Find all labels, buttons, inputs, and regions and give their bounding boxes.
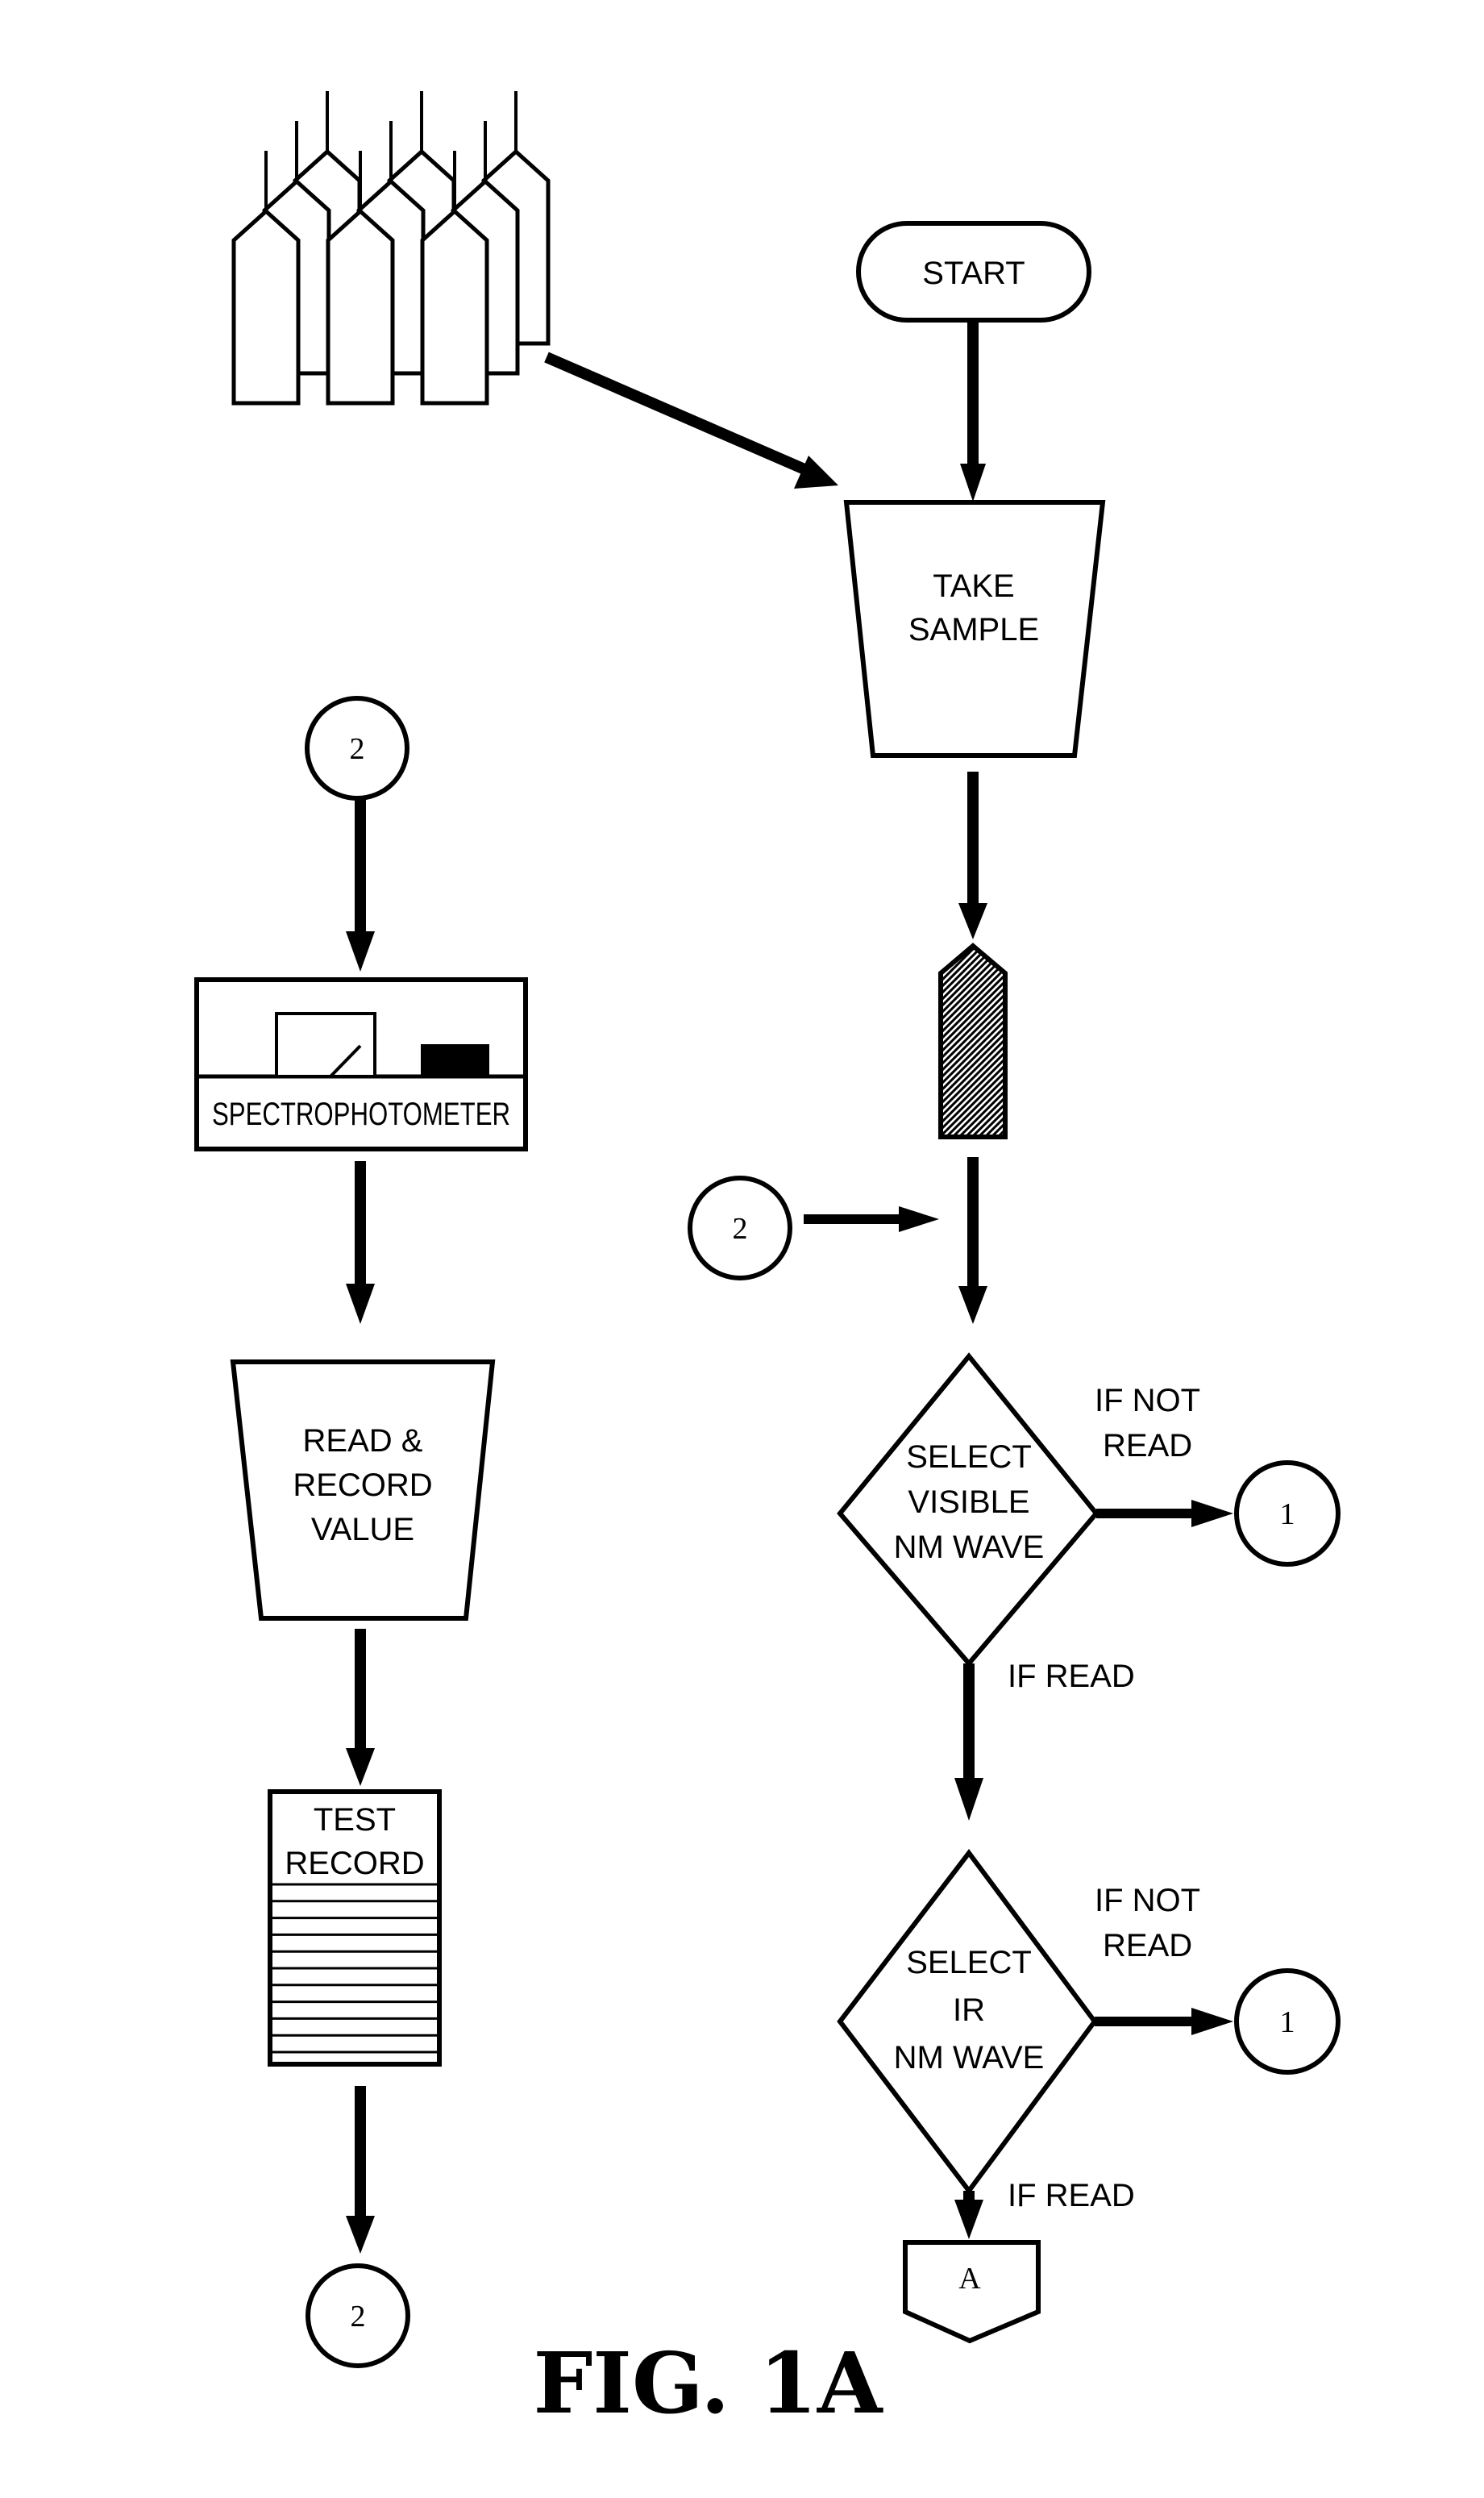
arrow-visible-to-ir-decision [954, 1663, 983, 1821]
arrow-vial-to-visible-decision [958, 1157, 987, 1324]
arrow-test-record-to-connector-2 [346, 2086, 375, 2254]
read-record-line-2: RECORD [293, 1468, 432, 1503]
start-terminator: START [856, 221, 1091, 323]
filled-sample-vial-icon [938, 943, 1008, 1139]
read-record-line-1: READ & [303, 1423, 423, 1459]
connector-1-visible-label: 1 [1280, 1497, 1295, 1531]
offpage-connector-a-label: A [958, 2262, 981, 2296]
arrow-visible-to-connector-1 [1096, 1500, 1233, 1527]
spectrophotometer-node: SPECTROPHOTOMETER [194, 977, 528, 1151]
decision-visible-nm-wave: SELECT VISIBLE NM WAVE [837, 1352, 1099, 1667]
connector-2-top-left-label: 2 [350, 732, 365, 766]
edge-label-visible-not-read-1: IF NOT [1095, 1383, 1200, 1418]
connector-1-visible: 1 [1234, 1460, 1341, 1567]
arrow-ir-to-offpage-a [954, 2191, 983, 2239]
edge-label-ir-not-read-1: IF NOT [1095, 1883, 1200, 1918]
take-sample-line-1: TAKE [933, 568, 1015, 604]
edge-label-ir-read: IF READ [1008, 2178, 1135, 2213]
spectrophotometer-label: SPECTROPHOTOMETER [212, 1097, 510, 1132]
test-record-line-1: TEST [314, 1802, 396, 1838]
edge-label-visible-not-read-2: READ [1103, 1428, 1192, 1463]
flowchart-canvas: START TAKE SAMPLE 2 SELECT VISIBLE NM WA… [194, 91, 1341, 2433]
connector-2-right: 2 [688, 1176, 792, 1280]
arrow-start-to-take-sample [960, 320, 986, 502]
spectrophotometer-display-icon [275, 1012, 376, 1078]
figure-title: FIG. 1A [533, 2334, 883, 2433]
test-record-line-2: RECORD [285, 1846, 424, 1881]
spectrophotometer-slot-icon [421, 1044, 489, 1076]
decision-visible-line-1: SELECT [906, 1439, 1032, 1475]
offpage-connector-a: A [903, 2240, 1041, 2344]
arrow-connector-2-to-flow [804, 1206, 939, 1232]
take-sample-node: TAKE SAMPLE [843, 500, 1106, 758]
connector-2-top-left: 2 [305, 696, 409, 801]
read-record-line-3: VALUE [311, 1512, 414, 1547]
arrow-ir-to-connector-1 [1095, 2008, 1233, 2035]
test-record-node: TEST RECORD [268, 1789, 442, 2067]
sample-vials-icon [231, 91, 551, 406]
connector-1-ir-label: 1 [1280, 2005, 1295, 2039]
connector-1-ir: 1 [1234, 1968, 1341, 2075]
edge-label-ir-not-read-2: READ [1103, 1928, 1192, 1963]
connector-2-right-label: 2 [733, 1212, 748, 1246]
decision-visible-line-3: NM WAVE [894, 1530, 1045, 1565]
arrow-connector-2-to-spectrophotometer [346, 800, 375, 972]
connector-2-bottom-left: 2 [306, 2263, 410, 2368]
arrow-spectrophotometer-to-read-record [346, 1161, 375, 1324]
connector-2-bottom-left-label: 2 [351, 2300, 366, 2334]
start-label: START [922, 256, 1025, 291]
arrow-take-sample-to-vial [958, 772, 987, 939]
take-sample-line-2: SAMPLE [908, 612, 1039, 647]
arrow-read-record-to-test-record [346, 1629, 375, 1786]
edge-label-visible-read: IF READ [1008, 1659, 1135, 1694]
decision-ir-nm-wave: SELECT IR NM WAVE [837, 1849, 1098, 2195]
decision-visible-line-2: VISIBLE [908, 1484, 1029, 1520]
arrow-vials-to-take-sample [544, 352, 838, 489]
decision-ir-line-2: IR [953, 1992, 985, 2028]
read-record-value-node: READ & RECORD VALUE [230, 1359, 496, 1621]
decision-ir-line-3: NM WAVE [894, 2040, 1045, 2075]
decision-ir-line-1: SELECT [906, 1945, 1032, 1980]
